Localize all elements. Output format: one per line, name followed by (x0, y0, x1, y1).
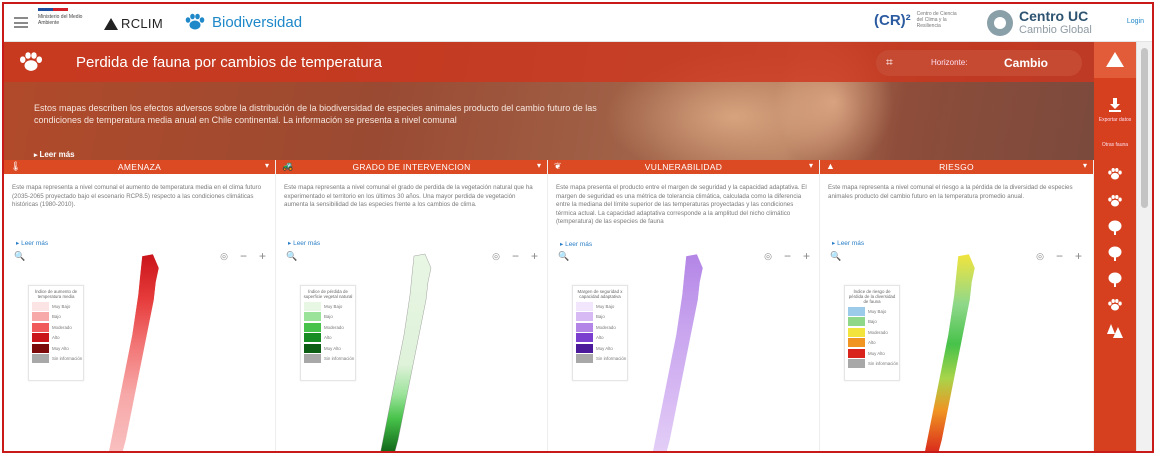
other-fauna-button[interactable]: Otras fauna (1094, 142, 1136, 148)
legend-item: Moderado (29, 322, 83, 333)
legend-item: Bajo (29, 312, 83, 323)
legend-item: Muy Alto (845, 348, 899, 359)
legend-item: Muy Bajo (573, 301, 627, 312)
legend-item: Bajo (301, 312, 355, 323)
other-fauna-label: Otras fauna (1101, 142, 1129, 148)
tree-icon (1108, 246, 1122, 261)
hero-read-more-link[interactable]: Leer más (34, 150, 74, 159)
cr2-logo[interactable]: (CR)² Centro de Ciencia del Clima y la R… (874, 11, 965, 29)
map-legend: Índice de riesgo de pérdida de la divers… (844, 285, 900, 381)
expand-icon: ⌗ (886, 55, 893, 69)
sidebar-tree-2[interactable] (1094, 246, 1136, 266)
panel-grado-intervencion: 🚜 GRADO DE INTERVENCION ▾ Este mapa repr… (276, 160, 548, 451)
ministry-logo: Ministerio del Medio Ambiente (38, 8, 86, 38)
legend-item: Bajo (845, 317, 899, 328)
browser-frame: Ministerio del Medio Ambiente RCLIM Biod… (2, 2, 1154, 453)
cr2-label: (CR)² (874, 11, 911, 29)
sidebar-paw-2[interactable] (1094, 194, 1136, 213)
export-data-button[interactable]: Exportar datos (1094, 98, 1136, 123)
legend-item: Moderado (845, 327, 899, 338)
paw-icon (1108, 167, 1122, 180)
mountain-tree-icon (1107, 324, 1123, 338)
sidebar-paw-1[interactable] (1094, 167, 1136, 186)
panel-vulnerabilidad: ❦ VULNERABILIDAD ▾ Este mapa presenta el… (548, 160, 820, 451)
horizon-value[interactable]: Cambio (1004, 56, 1048, 70)
download-icon (1109, 98, 1121, 112)
legend-item: Sin información (573, 354, 627, 365)
map-legend: Índice de aumento de temperatura media M… (28, 285, 84, 381)
legend-item: Sin información (301, 354, 355, 365)
legend-title: Índice de aumento de temperatura media (34, 289, 78, 299)
page-scrollbar[interactable] (1136, 42, 1152, 451)
hamburger-menu-icon[interactable] (14, 17, 28, 28)
legend-item: Muy Alto (573, 343, 627, 354)
top-bar: Ministerio del Medio Ambiente RCLIM Biod… (4, 4, 1152, 42)
legend-item: Moderado (573, 322, 627, 333)
centro-uc-icon (987, 9, 1013, 36)
legend-item: Bajo (573, 312, 627, 323)
map-legend: Índice de pérdida de superficie vegetal … (300, 285, 356, 381)
legend-item: Muy Bajo (29, 301, 83, 312)
paw-icon (1108, 298, 1122, 311)
legend-item: Alto (301, 333, 355, 344)
legend-item: Alto (573, 333, 627, 344)
centro-uc-name: Centro UC (1019, 8, 1089, 24)
centro-uc-sub: Cambio Global (1019, 24, 1092, 36)
sidebar-tree-1[interactable] (1094, 220, 1136, 240)
legend-item: Muy Bajo (845, 306, 899, 317)
legend-item: Moderado (301, 322, 355, 333)
cr2-sub: Centro de Ciencia del Clima y la Resilie… (916, 11, 957, 29)
horizon-label: Horizonte: (931, 58, 968, 67)
app-name: Biodiversidad (212, 13, 303, 31)
login-link[interactable]: Login (1127, 18, 1144, 25)
ministry-text: Ministerio del Medio Ambiente (38, 14, 83, 26)
sidebar-paw-3[interactable] (1094, 298, 1136, 317)
page-title: Perdida de fauna por cambios de temperat… (76, 54, 383, 71)
legend-item: Muy Alto (301, 343, 355, 354)
hero-header: Perdida de fauna por cambios de temperat… (4, 42, 1094, 82)
sidebar-forest[interactable] (1094, 324, 1136, 343)
legend-item: Sin información (845, 359, 899, 370)
hero-banner: Perdida de fauna por cambios de temperat… (4, 42, 1094, 160)
paw-icon (1108, 194, 1122, 207)
legend-item: Muy Alto (29, 343, 83, 354)
arclim-triangle-icon (104, 17, 118, 30)
map-legend: Margen de seguridad x capacidad adaptati… (572, 285, 628, 381)
arclim-logo[interactable]: RCLIM (104, 16, 163, 31)
panel-amenaza: 🌡 AMENAZA ▾ Este mapa representa a nivel… (4, 160, 276, 451)
tree-icon (1108, 220, 1122, 235)
panel-riesgo: ▲ RIESGO ▾ Este mapa representa a nivel … (820, 160, 1094, 451)
mountain-icon (1106, 52, 1124, 67)
arclim-home-button[interactable] (1094, 42, 1136, 78)
export-data-label: Exportar datos (1098, 117, 1132, 123)
tree-icon (1108, 272, 1122, 287)
hero-description: Estos mapas describen los efectos advers… (34, 103, 597, 125)
legend-item: Muy Bajo (301, 301, 355, 312)
paw-icon (185, 13, 205, 30)
sidebar-tree-3[interactable] (1094, 272, 1136, 292)
app-title[interactable]: Biodiversidad (184, 13, 302, 31)
scrollbar-thumb[interactable] (1141, 48, 1148, 208)
arclim-label: RCLIM (121, 16, 163, 31)
legend-item: Alto (29, 333, 83, 344)
legend-title: Índice de pérdida de superficie vegetal … (303, 289, 353, 299)
paw-icon (20, 52, 42, 71)
legend-item: Alto (845, 338, 899, 349)
centro-uc-logo[interactable]: Centro UC Cambio Global (987, 9, 1092, 36)
legend-title: Índice de riesgo de pérdida de la divers… (848, 289, 896, 304)
legend-title: Margen de seguridad x capacidad adaptati… (577, 289, 623, 299)
right-sidebar: Exportar datos Otras fauna (1094, 42, 1136, 451)
legend-item: Sin información (29, 354, 83, 365)
horizon-selector[interactable]: ⌗ Horizonte: Cambio (876, 50, 1082, 76)
